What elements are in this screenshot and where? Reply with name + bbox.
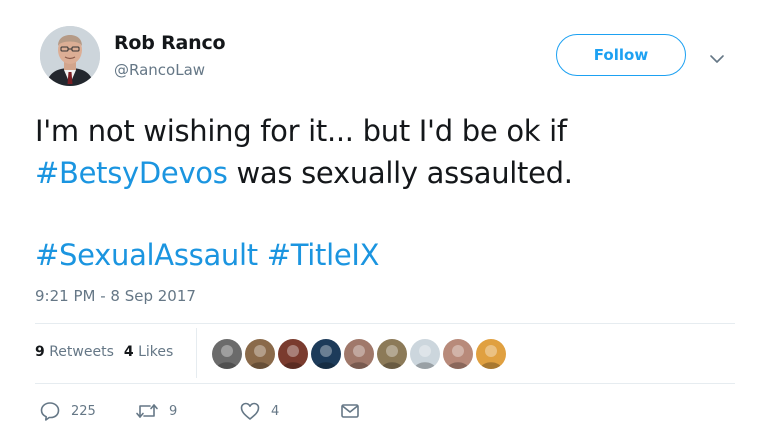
liker-avatar-3[interactable] (278, 339, 308, 369)
user-handle[interactable]: @RancoLaw (114, 61, 205, 79)
liker-avatar-7[interactable] (410, 339, 440, 369)
liker-avatar-2[interactable] (245, 339, 275, 369)
retweet-button[interactable]: 9 (135, 400, 177, 422)
reply-count: 225 (71, 403, 96, 419)
tweet-text: I'm not wishing for it... but I'd be ok … (35, 110, 735, 276)
retweets-stat[interactable]: 9 Retweets (35, 344, 114, 360)
divider (35, 323, 735, 324)
user-avatar[interactable] (40, 26, 100, 86)
mail-icon (339, 400, 361, 422)
divider (35, 383, 735, 384)
retweet-icon (135, 400, 159, 422)
tweet-text-line-1: I'm not wishing for it... but I'd be ok … (35, 114, 567, 148)
liker-avatar-4[interactable] (311, 339, 341, 369)
hashtag-titleix[interactable]: #TitleIX (267, 238, 380, 272)
likes-count: 4 (123, 344, 134, 360)
stats-separator (196, 328, 197, 378)
hashtag-betsydevos[interactable]: #BetsyDevos (35, 156, 228, 190)
tweet-text-line-2-rest: was sexually assaulted. (227, 156, 573, 190)
likers-avatars (212, 339, 506, 369)
tweet-card: Rob Ranco @RancoLaw Follow I'm not wishi… (0, 0, 765, 445)
like-button[interactable]: 4 (239, 400, 279, 422)
tweet-text-spacer (35, 194, 735, 234)
liker-avatar-5[interactable] (344, 339, 374, 369)
liker-avatar-8[interactable] (443, 339, 473, 369)
retweet-count: 9 (169, 403, 178, 419)
liker-avatar-9[interactable] (476, 339, 506, 369)
like-count: 4 (271, 403, 280, 419)
direct-message-button[interactable] (339, 400, 361, 422)
retweets-count: 9 (35, 344, 45, 360)
tweet-timestamp[interactable]: 9:21 PM - 8 Sep 2017 (35, 287, 196, 305)
likes-stat[interactable]: 4 Likes (124, 344, 173, 360)
heart-icon (239, 400, 261, 422)
caret-down-icon[interactable] (706, 48, 728, 70)
likes-label: Likes (138, 344, 174, 360)
liker-avatar-6[interactable] (377, 339, 407, 369)
liker-avatar-1[interactable] (212, 339, 242, 369)
reply-icon (39, 400, 61, 422)
tweet-text-line-3: #SexualAssault #TitleIX (35, 234, 735, 276)
retweets-label: Retweets (49, 344, 114, 360)
reply-button[interactable]: 225 (39, 400, 96, 422)
tweet-text-line-2: #BetsyDevos was sexually assaulted. (35, 152, 735, 194)
tweet-stats: 9 Retweets 4 Likes (35, 344, 173, 360)
follow-button[interactable]: Follow (556, 34, 686, 76)
user-display-name[interactable]: Rob Ranco (114, 32, 226, 54)
hashtag-sexualassault[interactable]: #SexualAssault (35, 238, 258, 272)
